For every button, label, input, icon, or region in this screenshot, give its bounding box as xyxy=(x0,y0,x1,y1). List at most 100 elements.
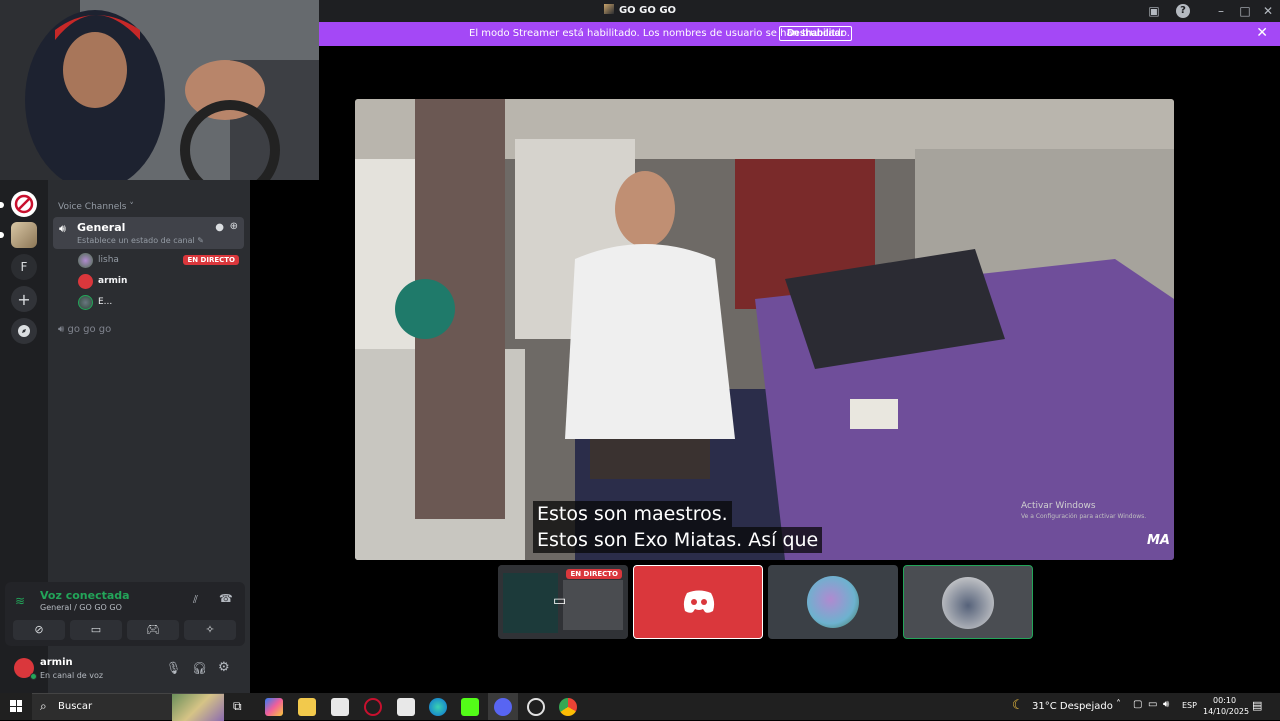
invite-icon[interactable]: ⊕ xyxy=(230,221,238,232)
participant-tile-discord[interactable] xyxy=(633,565,763,639)
discord-logo-icon xyxy=(683,590,715,613)
subtitles: Estos son maestros. Estos son Exo Miatas… xyxy=(533,501,823,553)
tray-display-icon[interactable]: ▭ xyxy=(1148,699,1157,710)
store-icon[interactable] xyxy=(331,698,349,716)
noise-suppression-icon[interactable]: ⫽ xyxy=(193,593,198,607)
settings-icon[interactable]: ⚙︎ xyxy=(218,660,230,675)
avatar xyxy=(78,274,93,289)
tray-app-icon[interactable]: ▢ xyxy=(1133,699,1142,710)
soundboard-button[interactable]: ✧ xyxy=(184,620,236,640)
voice-channel-gogogo[interactable]: 🔊︎ go go go xyxy=(58,324,111,335)
channel-status[interactable]: Establece un estado de canal ✎ xyxy=(77,236,204,245)
channel-name: General xyxy=(77,221,126,234)
voice-user-row[interactable]: E... xyxy=(78,294,243,312)
soundboard-icon: ✧ xyxy=(205,623,215,636)
live-badge: EN DIRECTO xyxy=(183,255,239,265)
help-icon[interactable]: ? xyxy=(1176,4,1190,18)
participant-tile-lisha[interactable] xyxy=(768,565,898,639)
camera-button[interactable]: ⊘ xyxy=(13,620,65,640)
webcam-image xyxy=(0,0,319,180)
user-panel: armin En canal de voz 🎙︎ 🎧︎ ⚙︎ xyxy=(5,650,245,688)
server-icon-f[interactable]: F xyxy=(11,254,37,280)
speaker-icon: 🔊︎ xyxy=(59,222,66,235)
participant-avatar xyxy=(807,576,859,628)
add-server-button[interactable]: + xyxy=(11,286,37,312)
minimize-button[interactable]: – xyxy=(1214,4,1228,18)
disconnect-icon[interactable]: ☎︎ xyxy=(219,592,233,605)
status-dot xyxy=(30,673,37,680)
server-icon xyxy=(603,4,614,14)
task-view-icon[interactable]: ⧉ xyxy=(233,699,242,714)
clock-date[interactable]: 14/10/2025 xyxy=(1203,707,1249,716)
streamer-mode-banner: El modo Streamer está habilitado. Los no… xyxy=(319,22,1280,46)
kick-icon[interactable] xyxy=(461,698,479,716)
chrome-icon[interactable] xyxy=(559,698,577,716)
server-icon-photo[interactable] xyxy=(11,222,37,248)
windows-start-icon[interactable] xyxy=(10,700,22,712)
server-icon-forbidden[interactable] xyxy=(11,191,37,217)
subtitle-line: Estos son maestros. xyxy=(533,501,732,527)
participant-avatar xyxy=(942,577,994,629)
file-explorer-icon[interactable] xyxy=(298,698,316,716)
screen-share-icon: ▭ xyxy=(553,593,567,609)
signal-icon: ≋ xyxy=(15,594,26,608)
voice-connected-subtitle[interactable]: General / GO GO GO xyxy=(40,603,122,612)
avatar xyxy=(78,253,93,268)
chat-icon[interactable]: ● xyxy=(215,222,224,233)
windows-watermark-title: Activar Windows xyxy=(1021,501,1096,511)
voice-connection-panel: ≋ Voz conectada General / GO GO GO ⫽ ☎︎ … xyxy=(5,582,245,646)
disable-streamer-button[interactable]: Deshabilitar xyxy=(779,26,853,41)
user-status: En canal de voz xyxy=(40,671,104,680)
edge-icon[interactable] xyxy=(429,698,447,716)
search-placeholder: Buscar xyxy=(58,701,93,712)
avatar xyxy=(78,295,93,310)
camera-off-icon: ⊘ xyxy=(34,623,44,636)
voice-user-row[interactable]: lisha EN DIRECTO xyxy=(78,252,243,270)
language-indicator[interactable]: ESP xyxy=(1182,701,1197,710)
headphones-icon[interactable]: 🎧︎ xyxy=(192,661,207,675)
weather-text[interactable]: 31°C Despejado xyxy=(1032,701,1113,712)
search-icon: ⌕ xyxy=(40,699,47,713)
forbidden-icon xyxy=(14,194,34,214)
voice-channel-general[interactable]: 🔊︎ General Establece un estado de canal … xyxy=(53,217,244,249)
live-badge: EN DIRECTO xyxy=(566,569,622,579)
microphone-icon[interactable]: 🎙︎ xyxy=(166,661,181,675)
screen-share-icon: ▭ xyxy=(90,623,102,636)
voice-channels-category[interactable]: Voice Channels ˅ xyxy=(58,202,134,212)
username[interactable]: armin xyxy=(40,657,73,668)
search-box[interactable]: ⌕ Buscar xyxy=(32,693,224,721)
unread-pill xyxy=(0,232,4,238)
participant-tile-user[interactable] xyxy=(903,565,1033,639)
subtitle-line: Estos son Exo Miatas. Así que xyxy=(533,527,823,553)
windows-watermark-sub: Ve a Configuración para activar Windows. xyxy=(1021,513,1147,520)
discord-icon xyxy=(494,698,512,716)
weather-moon-icon: ☾ xyxy=(1012,698,1024,713)
activity-button[interactable]: 🎮︎ xyxy=(127,620,179,640)
video-frame xyxy=(355,99,1174,560)
compass-icon xyxy=(18,325,30,337)
share-screen-button[interactable]: ▭ xyxy=(70,620,122,640)
mail-icon[interactable] xyxy=(397,698,415,716)
stream-video[interactable]: Activar Windows Ve a Configuración para … xyxy=(355,99,1174,560)
clock-time[interactable]: 00:10 xyxy=(1213,696,1236,705)
obs-icon[interactable] xyxy=(527,698,545,716)
voice-user-row[interactable]: armin xyxy=(78,273,243,291)
windows-taskbar: ⌕ Buscar ⧉ ☾ 31°C Despejado ˄ ▢ ▭ 🔊︎ ESP… xyxy=(0,693,1280,721)
participant-tile-stream[interactable]: EN DIRECTO ▭ xyxy=(498,565,628,639)
maximize-button[interactable]: □ xyxy=(1238,4,1252,18)
banner-close-icon[interactable]: ✕ xyxy=(1256,25,1268,41)
notifications-icon[interactable]: ▤ xyxy=(1252,699,1262,712)
unread-pill xyxy=(0,202,4,208)
discord-taskbar-active[interactable] xyxy=(488,693,518,720)
inbox-icon[interactable]: ▣ xyxy=(1147,4,1161,18)
video-logo: MA xyxy=(1147,533,1170,548)
copilot-icon[interactable] xyxy=(265,698,283,716)
explore-servers-button[interactable] xyxy=(11,318,37,344)
close-window-button[interactable]: ✕ xyxy=(1261,4,1275,18)
voice-connected-title[interactable]: Voz conectada xyxy=(40,589,130,602)
gamepad-icon: 🎮︎ xyxy=(146,623,160,636)
volume-icon[interactable]: 🔊︎ xyxy=(1163,699,1169,710)
app-icon[interactable] xyxy=(364,698,382,716)
tray-chevron-icon[interactable]: ˄ xyxy=(1116,699,1121,710)
webcam-overlay xyxy=(0,0,319,180)
